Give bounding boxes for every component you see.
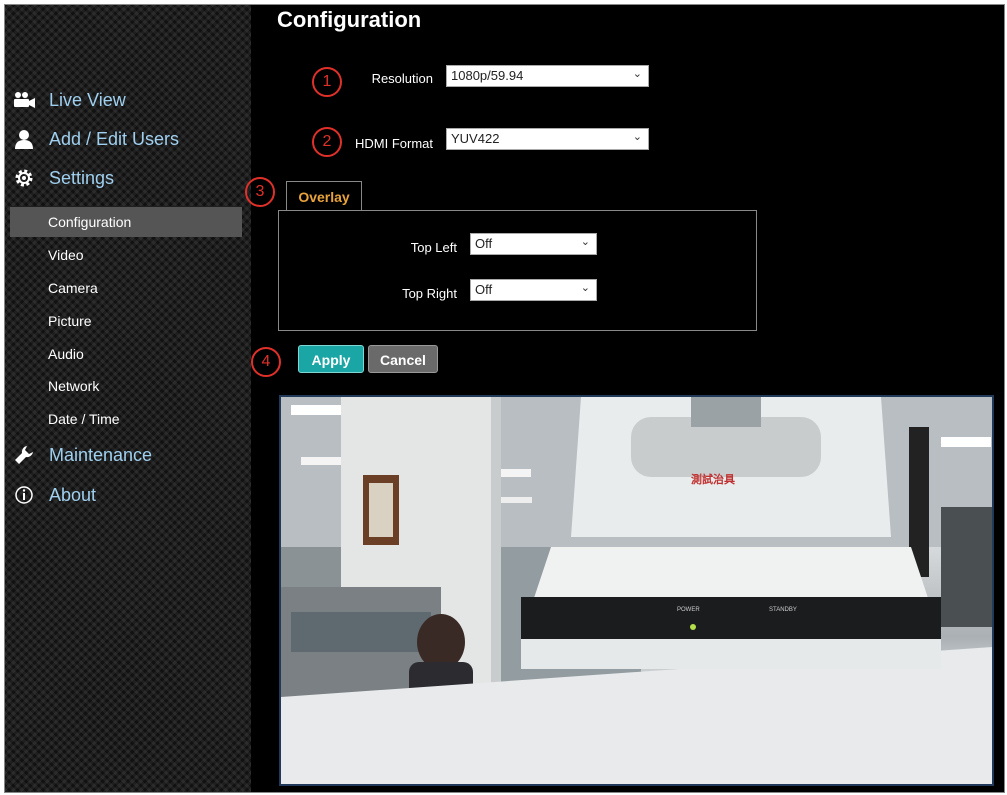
wrench-icon: [11, 444, 37, 466]
sidebar: Live View Add / Edit Users Settings Conf…: [5, 5, 251, 792]
chevron-down-icon: ⌄: [632, 131, 642, 143]
gear-icon: [11, 167, 37, 189]
hdmi-format-value: YUV422: [451, 131, 500, 146]
preview-scene: POWER STANDBY 測試治具: [281, 397, 992, 784]
nav-sub-audio[interactable]: Audio: [10, 339, 242, 369]
nav-sub-picture[interactable]: Picture: [10, 306, 242, 336]
nav-sub-video[interactable]: Video: [10, 240, 242, 270]
nav-maintenance[interactable]: Maintenance: [11, 444, 152, 466]
cancel-button[interactable]: Cancel: [368, 345, 438, 373]
chevron-down-icon: ⌄: [580, 236, 590, 248]
top-right-value: Off: [475, 282, 493, 297]
nav-live-view[interactable]: Live View: [11, 89, 126, 111]
standby-label: STANDBY: [769, 607, 797, 613]
nav-settings-label: Settings: [49, 167, 115, 188]
hdmi-format-label: HDMI Format: [355, 136, 433, 151]
user-icon: [11, 128, 37, 150]
nav-settings[interactable]: Settings: [11, 167, 114, 189]
app-window: Live View Add / Edit Users Settings Conf…: [4, 4, 1005, 793]
nav-sub-camera[interactable]: Camera: [10, 273, 242, 303]
power-label: POWER: [677, 607, 700, 613]
hdmi-format-select[interactable]: YUV422 ⌄: [446, 128, 649, 150]
nav-add-edit-users-label: Add / Edit Users: [49, 128, 180, 149]
top-right-label: Top Right: [402, 286, 457, 301]
callout-marker-3: 3: [245, 177, 275, 207]
nav-add-edit-users[interactable]: Add / Edit Users: [11, 128, 179, 150]
top-left-select[interactable]: Off ⌄: [470, 233, 597, 255]
nav-about[interactable]: About: [11, 484, 96, 506]
nav-live-view-label: Live View: [49, 89, 126, 110]
resolution-select[interactable]: 1080p/59.94 ⌄: [446, 65, 649, 87]
nav-about-label: About: [49, 484, 97, 505]
nav-sub-date-time[interactable]: Date / Time: [10, 404, 242, 434]
tab-overlay[interactable]: Overlay: [286, 181, 362, 211]
camera-tag-label: 測試治具: [691, 472, 735, 486]
resolution-value: 1080p/59.94: [451, 68, 524, 83]
callout-marker-1: 1: [312, 67, 342, 97]
chevron-down-icon: ⌄: [632, 68, 642, 80]
page-title: Configuration: [277, 7, 422, 32]
overlay-panel: Top Left Off ⌄ Top Right Off ⌄: [278, 210, 757, 331]
apply-button[interactable]: Apply: [298, 345, 364, 373]
nav-sub-configuration[interactable]: Configuration: [10, 207, 242, 237]
top-right-select[interactable]: Off ⌄: [470, 279, 597, 301]
live-preview: POWER STANDBY 測試治具: [279, 395, 994, 786]
top-left-label: Top Left: [410, 240, 457, 255]
resolution-label: Resolution: [371, 71, 433, 86]
callout-marker-4: 4: [251, 347, 281, 377]
chevron-down-icon: ⌄: [580, 282, 590, 294]
top-left-value: Off: [475, 236, 493, 251]
info-icon: [11, 484, 37, 506]
camera-icon: [11, 89, 37, 111]
nav-maintenance-label: Maintenance: [49, 444, 153, 465]
nav-sub-network[interactable]: Network: [10, 371, 242, 401]
